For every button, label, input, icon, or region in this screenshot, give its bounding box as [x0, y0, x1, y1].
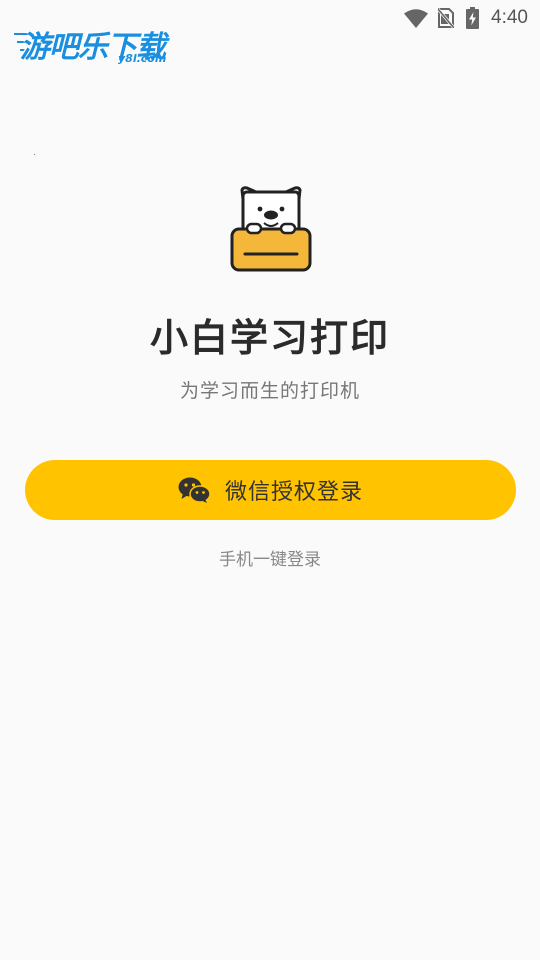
wechat-icon — [178, 477, 210, 503]
dog-printer-logo-icon — [230, 186, 312, 272]
wechat-login-label: 微信授权登录 — [224, 480, 363, 505]
wechat-login-button[interactable]: 微信授权登录 — [25, 460, 516, 520]
watermark-logo: 游吧乐下载 y8l.com — [14, 16, 194, 66]
status-bar: 游吧乐下载 y8l.com 4:40 — [0, 0, 540, 65]
stray-dot — [34, 154, 35, 155]
wifi-icon — [404, 8, 429, 28]
status-time: 4:40 — [491, 7, 528, 28]
status-icons: 4:40 — [404, 6, 528, 30]
phone-login-link[interactable]: 手机一键登录 — [0, 546, 540, 574]
battery-charging-icon — [466, 7, 480, 29]
app-slogan: 为学习而生的打印机 — [179, 380, 360, 402]
no-sim-icon — [438, 8, 455, 28]
app-title: 小白学习打印 — [149, 316, 390, 360]
watermark-domain: y8l.com — [118, 52, 167, 65]
